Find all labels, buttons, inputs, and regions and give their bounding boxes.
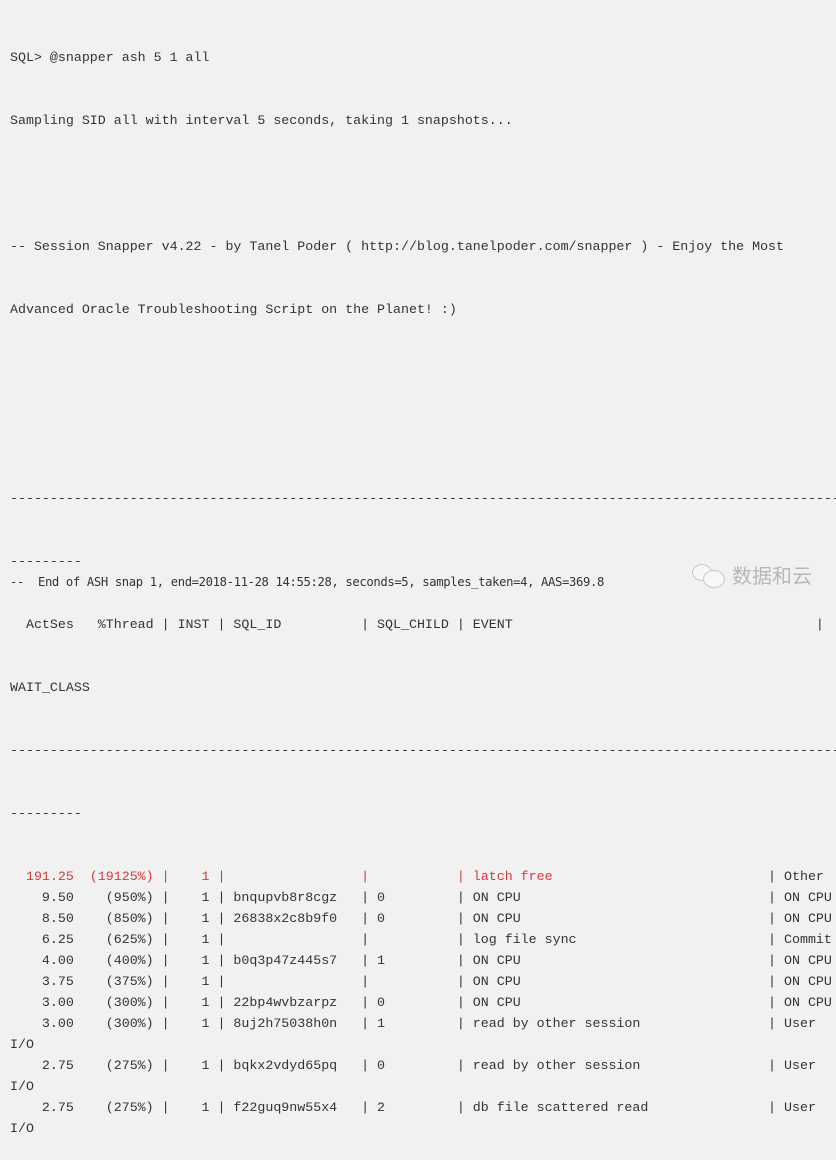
row-values: 3.00 (300%) | 1 | 22bp4wvbzarpz | 0 | ON… — [10, 995, 761, 1010]
watermark: 数据和云 — [692, 560, 812, 589]
row-wait-class-wrap: I/O — [10, 1037, 34, 1052]
table-row: 2.75 (275%) | 1 | bqkx2vdyd65pq | 0 | re… — [10, 1055, 836, 1076]
table-row: 3.75 (375%) | 1 | | | ON CPU | ON CPU — [10, 971, 836, 992]
row-values: 3.75 (375%) | 1 | | | ON CPU — [10, 974, 761, 989]
row-values: 8.50 (850%) | 1 | 26838x2c8b9f0 | 0 | ON… — [10, 911, 761, 926]
banner-line-1: -- Session Snapper v4.22 - by Tanel Pode… — [10, 239, 785, 254]
row-wait-class: | User — [760, 1100, 816, 1115]
table-row: 8.50 (850%) | 1 | 26838x2c8b9f0 | 0 | ON… — [10, 908, 836, 929]
row-wait-class: | Commit — [760, 932, 832, 947]
table-header-wrap: WAIT_CLASS — [10, 680, 90, 695]
sampling-message: Sampling SID all with interval 5 seconds… — [10, 113, 513, 128]
row-wait-class: | ON CPU — [760, 953, 832, 968]
table-row: 6.25 (625%) | 1 | | | log file sync | Co… — [10, 929, 836, 950]
table-row: 191.25 (19125%) | 1 | | | latch free | O… — [10, 866, 836, 887]
row-values: 9.50 (950%) | 1 | bnqupvb8r8cgz | 0 | ON… — [10, 890, 761, 905]
command-line: SQL> @snapper ash 5 1 all — [10, 50, 210, 65]
wechat-icon — [692, 562, 726, 588]
separator-wrap: --------- — [10, 806, 82, 821]
row-wait-class: | ON CPU — [760, 911, 832, 926]
watermark-text: 数据和云 — [732, 564, 812, 588]
table-row: 3.00 (300%) | 1 | 22bp4wvbzarpz | 0 | ON… — [10, 992, 836, 1013]
table-row: 3.00 (300%) | 1 | 8uj2h75038h0n | 1 | re… — [10, 1013, 836, 1034]
row-wait-class-wrap: I/O — [10, 1121, 34, 1136]
separator: ----------------------------------------… — [10, 491, 836, 506]
row-values: 3.00 (300%) | 1 | 8uj2h75038h0n | 1 | re… — [10, 1016, 761, 1031]
table-header: ActSes %Thread | INST | SQL_ID | SQL_CHI… — [10, 617, 824, 632]
row-values: 191.25 (19125%) | 1 | | | latch free — [10, 869, 761, 884]
banner-line-2: Advanced Oracle Troubleshooting Script o… — [10, 302, 457, 317]
row-wait-class: | User — [760, 1016, 816, 1031]
row-wait-class: | Other — [760, 869, 824, 884]
row-wait-class: | ON CPU — [760, 995, 832, 1010]
row-values: 2.75 (275%) | 1 | bqkx2vdyd65pq | 0 | re… — [10, 1058, 761, 1073]
table-body: 191.25 (19125%) | 1 | | | latch free | O… — [10, 866, 836, 1139]
table-row: 2.75 (275%) | 1 | f22guq9nw55x4 | 2 | db… — [10, 1097, 836, 1118]
snap-summary: -- End of ASH snap 1, end=2018-11-28 14:… — [10, 575, 604, 589]
table-row: 9.50 (950%) | 1 | bnqupvb8r8cgz | 0 | ON… — [10, 887, 836, 908]
table-row: 4.00 (400%) | 1 | b0q3p47z445s7 | 1 | ON… — [10, 950, 836, 971]
row-wait-class: | ON CPU — [760, 890, 832, 905]
row-wait-class: | User — [760, 1058, 816, 1073]
separator: ----------------------------------------… — [10, 743, 836, 758]
row-wait-class: | ON CPU — [760, 974, 832, 989]
row-values: 2.75 (275%) | 1 | f22guq9nw55x4 | 2 | db… — [10, 1100, 761, 1115]
row-values: 4.00 (400%) | 1 | b0q3p47z445s7 | 1 | ON… — [10, 953, 761, 968]
row-values: 6.25 (625%) | 1 | | | log file sync — [10, 932, 761, 947]
row-wait-class-wrap: I/O — [10, 1079, 34, 1094]
